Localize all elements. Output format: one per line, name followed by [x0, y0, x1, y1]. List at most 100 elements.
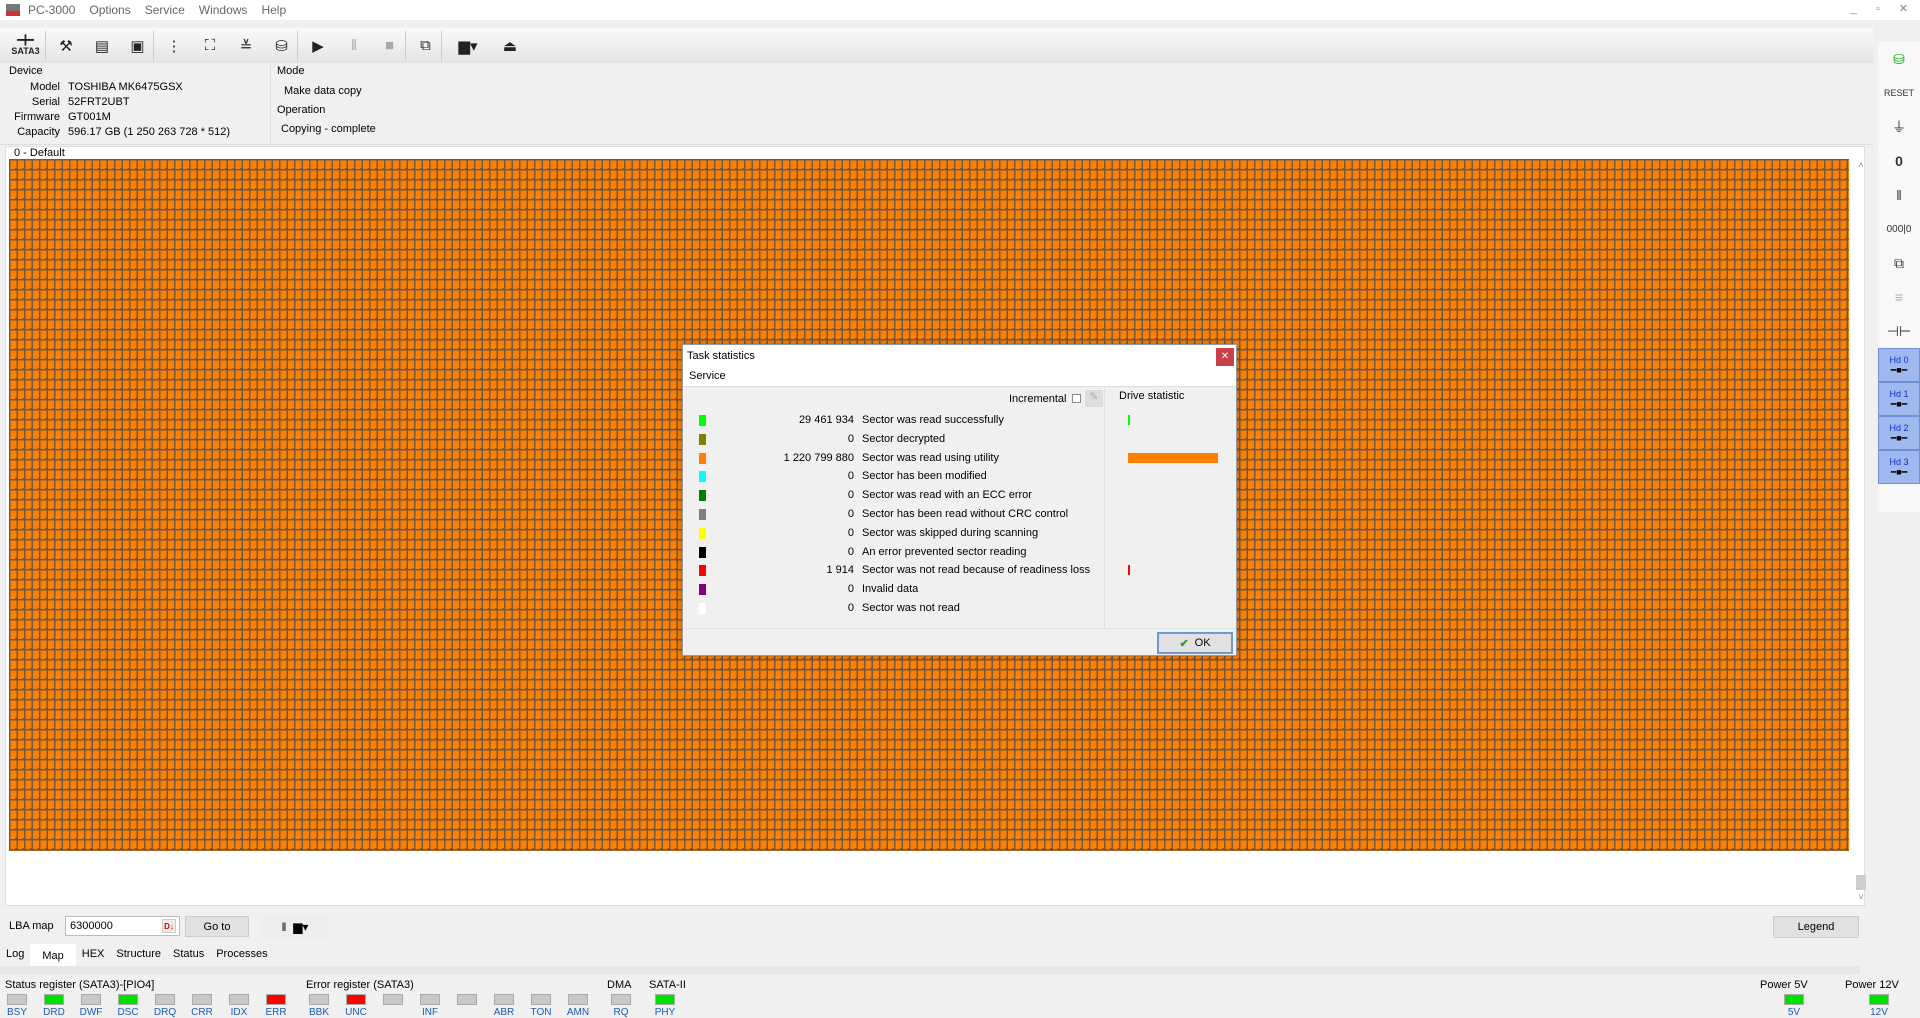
tab-processes[interactable]: Processes [210, 944, 273, 966]
pause-icon[interactable]: ‖ [338, 31, 370, 61]
color-swatch [699, 452, 706, 464]
scroll-down-icon[interactable]: ˅ [1855, 892, 1867, 902]
app-icon [6, 4, 20, 16]
tree-icon[interactable]: ⋮ [158, 31, 190, 61]
register-led-label: DRQ [153, 1007, 177, 1018]
close-icon[interactable]: ✕ [1216, 348, 1234, 366]
register-led-label: DSC [117, 1007, 139, 1018]
color-swatch [699, 433, 706, 445]
copy-database-icon[interactable]: ⛁ [1878, 42, 1920, 76]
map-scrollbar[interactable]: ˄ ˅ [1855, 160, 1867, 905]
register-led-label: AMN [566, 1007, 590, 1018]
heads-icon[interactable]: ⊣⊢ [1878, 314, 1920, 348]
sata-title: SATA-II [649, 979, 686, 991]
stat-row: 0 An error prevented sector reading [683, 543, 1083, 561]
scroll-up-icon[interactable]: ˄ [1855, 160, 1867, 170]
menu-bar: PC-3000 Options Service Windows Help [0, 0, 1920, 20]
menu-options[interactable]: Options [89, 3, 130, 17]
operation-value: Copying - complete [281, 123, 376, 135]
register-led-label: DRD [43, 1007, 65, 1018]
toolbar: ━╋━ SATA3 ⚒ ▤ ▣ ⋮ ⛶ ≚ ⛁ ▶ ‖ ■ ⧉ ▆▾ ⏏ [0, 28, 1873, 64]
stat-description: An error prevented sector reading [862, 545, 1027, 558]
menu-service[interactable]: Service [145, 3, 185, 17]
binoculars-icon[interactable]: ⛶ [194, 31, 226, 61]
color-swatch [699, 471, 706, 483]
number-format-icon[interactable]: D↓ [162, 919, 176, 933]
color-swatch [699, 490, 706, 502]
dialog-menu-service[interactable]: Service [683, 367, 1236, 387]
error-register-title: Error register (SATA3) [306, 979, 414, 991]
register-led [229, 994, 249, 1005]
stat-description: Sector was read with an ECC error [862, 489, 1032, 502]
stat-count: 0 [847, 432, 854, 445]
window-controls[interactable]: _ ▫ ✕ [1851, 2, 1916, 15]
incremental-label: Incremental [1009, 393, 1067, 405]
register-led [531, 994, 551, 1005]
tab-status[interactable]: Status [167, 944, 210, 966]
dma-title: DMA [607, 979, 632, 991]
ok-button[interactable]: ✔ OK [1157, 632, 1233, 654]
drive-stat-bar [1128, 415, 1130, 425]
database-icon[interactable]: ⛁ [266, 30, 298, 61]
tools-icon[interactable]: ⚒ [50, 31, 82, 61]
tab-hex[interactable]: HEX [76, 944, 111, 966]
register-led [155, 994, 175, 1005]
windows-icon[interactable]: ⧉ [410, 30, 442, 61]
head-icon: ━■━ [1890, 398, 1908, 409]
menu-help[interactable]: Help [261, 3, 286, 17]
register-led [81, 994, 101, 1005]
register-led [192, 994, 212, 1005]
percent-icon[interactable]: ▣ [122, 30, 154, 61]
lba-row: LBA map D↓ Go to ‖ ▆▾ Legend [5, 912, 1865, 942]
head-2-button[interactable]: Hd 2 ━■━ [1878, 416, 1920, 450]
head-0-button[interactable]: Hd 0 ━■━ [1878, 348, 1920, 382]
map-view-icon[interactable]: ▆▾ [293, 920, 308, 934]
tab-map[interactable]: Map [30, 944, 76, 966]
divider [1104, 389, 1105, 629]
scroll-thumb[interactable] [1856, 875, 1866, 890]
head-1-button[interactable]: Hd 1 ━■━ [1878, 382, 1920, 416]
register-led [7, 994, 27, 1005]
incremental-checkbox[interactable] [1072, 394, 1081, 403]
register-led [568, 994, 588, 1005]
power5-led-label: 5V [1787, 1007, 1801, 1018]
goto-button[interactable]: Go to [185, 916, 249, 937]
reset-icon[interactable]: RESET [1878, 76, 1920, 110]
stat-row: 0 Sector decrypted [683, 430, 1083, 448]
register-led [383, 994, 403, 1005]
legend-button[interactable]: Legend [1773, 916, 1859, 938]
stat-description: Sector was read using utility [862, 451, 999, 464]
stat-count: 1 914 [826, 564, 854, 577]
tab-log[interactable]: Log [0, 944, 30, 966]
capacity-value: 596.17 GB (1 250 263 728 * 512) [68, 126, 231, 138]
progress-track [0, 966, 1860, 974]
passport-icon[interactable]: ▤ [86, 31, 118, 61]
stat-row: 0 Invalid data [683, 580, 1083, 598]
pause-icon[interactable]: ‖ [1878, 178, 1920, 212]
divider [270, 63, 271, 143]
map-controls[interactable]: ‖ ▆▾ [260, 915, 330, 939]
bottom-tabs: Log Map HEX Structure Status Processes [0, 944, 274, 966]
zero-icon[interactable]: 0 [1878, 144, 1920, 178]
heads-icon[interactable]: ≚ [230, 31, 262, 61]
tab-structure[interactable]: Structure [110, 944, 167, 966]
power-switch-icon[interactable]: ⏚ [1878, 110, 1920, 144]
stat-row: 0 Sector was read with an ECC error [683, 486, 1083, 504]
heads-play-icon[interactable]: ≡ [1878, 280, 1920, 314]
play-icon[interactable]: ▶ [302, 31, 334, 61]
register-panel: Status register (SATA3)-[PIO4] BSY DRD DWF… [0, 978, 1920, 1018]
edit-icon[interactable]: ✎ [1085, 390, 1103, 407]
app-title: PC-3000 [28, 3, 76, 17]
counter-reset-icon[interactable]: 000|0 [1878, 212, 1920, 246]
close-windows-icon[interactable]: ⧉ [1878, 246, 1920, 280]
pause-icon[interactable]: ‖ [282, 920, 287, 934]
menu-windows[interactable]: Windows [199, 3, 248, 17]
color-swatch [699, 509, 706, 520]
stat-description: Sector has been modified [862, 470, 987, 483]
sata-port-button[interactable]: ━╋━ SATA3 [6, 30, 46, 61]
exit-icon[interactable]: ⏏ [494, 31, 526, 61]
device-section-label: Device [9, 65, 43, 77]
head-3-button[interactable]: Hd 3 ━■━ [1878, 450, 1920, 484]
map-view-icon[interactable]: ▆▾ [446, 31, 490, 61]
stop-icon[interactable]: ■ [374, 30, 406, 61]
